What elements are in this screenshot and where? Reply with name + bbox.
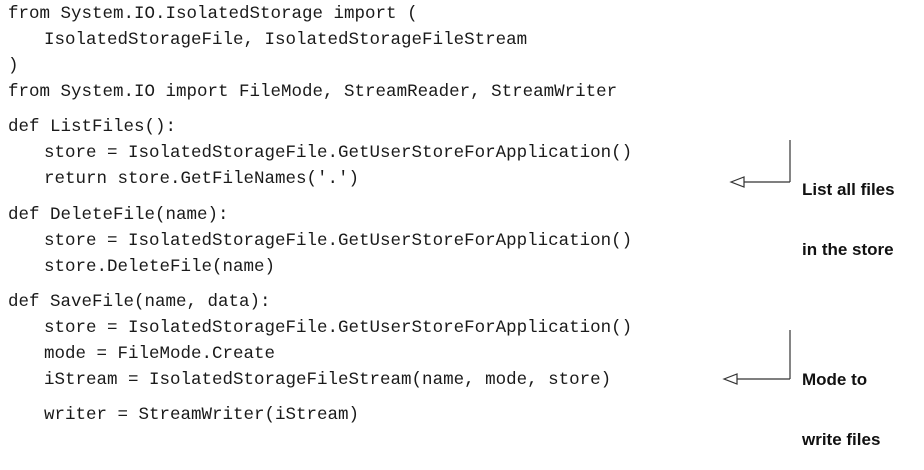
callout-arrowhead: [729, 176, 745, 188]
callout-lines: [722, 140, 791, 385]
annotation-list-files: List all files in the store: [802, 140, 895, 280]
annotation-text: List all files: [802, 180, 895, 199]
annotation-text: Mode to: [802, 370, 868, 389]
annotation-mode: Mode to write files: [802, 330, 880, 470]
callout-arrowhead: [722, 373, 738, 385]
annotation-text: in the store: [802, 240, 894, 259]
annotation-text: write files: [802, 430, 881, 449]
